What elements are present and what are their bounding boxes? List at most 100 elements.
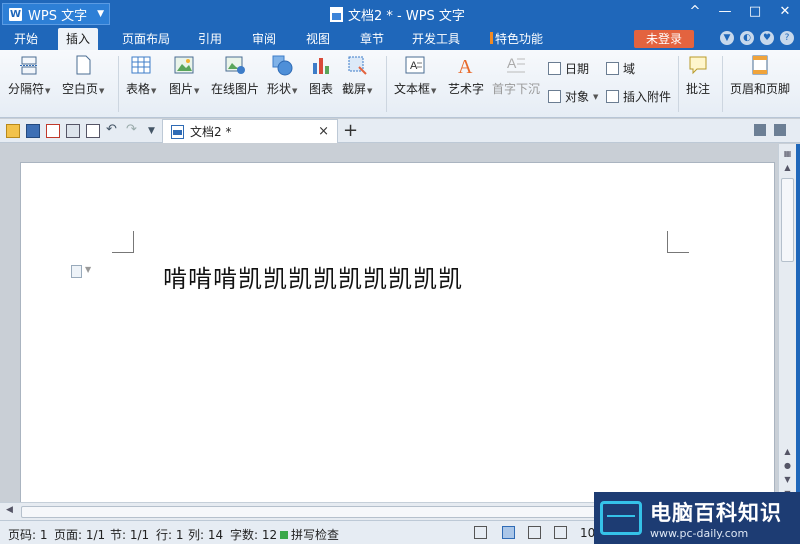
chart-button[interactable]: 图表 bbox=[309, 54, 333, 97]
print-icon[interactable] bbox=[66, 124, 80, 138]
svg-text:A: A bbox=[507, 55, 517, 71]
screenshot-icon bbox=[346, 54, 368, 76]
paragraph-handle-icon[interactable] bbox=[71, 265, 82, 278]
vertical-scrollbar[interactable]: ▦ ▲ ▲ ● ▼ ▼ bbox=[778, 144, 796, 502]
tab-references[interactable]: 引用 bbox=[190, 28, 230, 50]
textbox-button[interactable]: A 文本框▼ bbox=[394, 54, 436, 97]
watermark-url: www.pc-daily.com bbox=[650, 526, 749, 540]
customize-chevron-icon[interactable]: ▼ bbox=[148, 124, 162, 138]
watermark-title: 电脑百科知识 bbox=[650, 500, 782, 525]
online-picture-button[interactable]: 在线图片 bbox=[211, 54, 259, 97]
attachment-button[interactable]: 插入附件 bbox=[606, 88, 671, 105]
window-controls: ^ — □ ✕ bbox=[680, 0, 800, 24]
field-label: 域 bbox=[623, 62, 636, 76]
document-page[interactable]: ▼ 啃啃啃凯凯凯凯凯凯凯凯凯 bbox=[20, 162, 775, 507]
title-bar: W WPS 文字 ▼ 文档2 * - WPS 文字 ^ — □ ✕ bbox=[0, 0, 800, 28]
calendar-icon bbox=[548, 62, 561, 75]
page-view-icon[interactable] bbox=[502, 526, 515, 539]
print-preview-icon[interactable] bbox=[86, 124, 100, 138]
zoom-level[interactable]: 10 bbox=[580, 526, 595, 540]
separator bbox=[678, 56, 679, 112]
watermark-logo: 电脑百科知识 www.pc-daily.com bbox=[594, 492, 800, 544]
document-tab-label: 文档2 * bbox=[190, 125, 232, 139]
screenshot-button[interactable]: 截屏▼ bbox=[342, 54, 372, 97]
row-number: 行: 1 bbox=[156, 528, 184, 542]
wordart-button[interactable]: A 艺术字 bbox=[448, 54, 484, 97]
margin-corner-top-right bbox=[667, 231, 689, 253]
date-button[interactable]: 日期 bbox=[548, 60, 589, 77]
field-icon bbox=[606, 62, 619, 75]
scroll-up-page-icon[interactable]: ▲ bbox=[781, 446, 794, 458]
page-number: 页码: 1 bbox=[8, 528, 48, 542]
select-browse-icon[interactable]: ● bbox=[781, 460, 794, 472]
document-icon bbox=[330, 7, 343, 22]
redo-icon[interactable]: ↷ bbox=[126, 123, 140, 138]
feedback-icon[interactable]: ◐ bbox=[740, 31, 754, 45]
tab-chapter[interactable]: 章节 bbox=[352, 28, 392, 50]
side-panel-toggle[interactable] bbox=[796, 144, 800, 502]
window-title: 文档2 * - WPS 文字 bbox=[330, 5, 465, 24]
tab-review[interactable]: 审阅 bbox=[244, 28, 284, 50]
dropcap-button[interactable]: A 首字下沉 bbox=[492, 54, 540, 97]
comment-button[interactable]: 批注 bbox=[686, 54, 710, 97]
skin-icon[interactable]: ▼ bbox=[720, 31, 734, 45]
undo-icon[interactable]: ↶ bbox=[106, 123, 120, 138]
save-icon[interactable] bbox=[26, 124, 40, 138]
scroll-left-icon[interactable]: ◀ bbox=[6, 505, 13, 515]
close-tab-icon[interactable]: × bbox=[318, 124, 329, 139]
comment-icon bbox=[687, 54, 709, 76]
restore-doc-icon[interactable] bbox=[754, 124, 766, 136]
page-break-button[interactable]: 分隔符▼ bbox=[8, 54, 50, 97]
login-button[interactable]: 未登录 bbox=[634, 30, 694, 48]
close-doc-icon[interactable] bbox=[774, 124, 786, 136]
header-footer-icon bbox=[749, 54, 771, 76]
app-menu-button[interactable]: W WPS 文字 ▼ bbox=[2, 3, 110, 25]
dropcap-label: 首字下沉 bbox=[492, 82, 541, 96]
web-view-icon[interactable] bbox=[554, 526, 567, 539]
scroll-up-icon[interactable]: ▲ bbox=[781, 162, 794, 174]
table-button[interactable]: 表格▼ bbox=[126, 54, 156, 97]
wps-logo-icon: W bbox=[9, 7, 22, 21]
blank-page-label: 空白页 bbox=[62, 82, 99, 96]
header-footer-label: 页眉和页脚 bbox=[730, 82, 791, 96]
tab-special[interactable]: 特色功能 bbox=[482, 28, 551, 50]
menu-bar: 开始 插入 页面布局 引用 审阅 视图 章节 开发工具 特色功能 未登录 ▼ ◐… bbox=[0, 28, 800, 50]
close-button[interactable]: ✕ bbox=[770, 0, 800, 24]
comment-label: 批注 bbox=[686, 82, 711, 96]
tab-developer[interactable]: 开发工具 bbox=[404, 28, 468, 50]
ruler-toggle-icon[interactable]: ▦ bbox=[781, 148, 794, 160]
pdf-export-icon[interactable] bbox=[46, 124, 60, 138]
vertical-scroll-thumb[interactable] bbox=[781, 178, 794, 262]
help-icon[interactable]: ? bbox=[780, 31, 794, 45]
tab-page-layout[interactable]: 页面布局 bbox=[114, 28, 178, 50]
page-break-label: 分隔符 bbox=[8, 82, 45, 96]
svg-text:A: A bbox=[458, 56, 473, 76]
maximize-button[interactable]: □ bbox=[740, 0, 770, 24]
object-button[interactable]: 对象 ▼ bbox=[548, 88, 598, 105]
document-tab[interactable]: 文档2 * × bbox=[162, 119, 338, 143]
picture-label: 图片 bbox=[169, 82, 194, 96]
outline-view-icon[interactable] bbox=[528, 526, 541, 539]
chart-label: 图表 bbox=[309, 82, 334, 96]
picture-button[interactable]: 图片▼ bbox=[169, 54, 199, 97]
object-label: 对象 bbox=[565, 90, 590, 104]
tab-insert[interactable]: 插入 bbox=[58, 28, 99, 50]
document-text[interactable]: 啃啃啃凯凯凯凯凯凯凯凯凯 bbox=[163, 259, 463, 294]
scroll-down-page-icon[interactable]: ▼ bbox=[781, 474, 794, 486]
gift-icon[interactable]: ♥ bbox=[760, 31, 774, 45]
wordart-icon: A bbox=[455, 54, 477, 78]
shapes-button[interactable]: 形状▼ bbox=[267, 54, 297, 97]
field-button[interactable]: 域 bbox=[606, 60, 635, 77]
minimize-button[interactable]: — bbox=[710, 0, 740, 24]
spell-check-toggle[interactable]: 拼写检查 bbox=[280, 526, 339, 543]
table-icon bbox=[130, 54, 152, 76]
header-footer-button[interactable]: 页眉和页脚 bbox=[730, 54, 790, 97]
paragraph-caret-icon: ▼ bbox=[85, 265, 92, 274]
new-tab-button[interactable]: + bbox=[343, 120, 358, 142]
open-icon[interactable] bbox=[6, 124, 20, 138]
tab-view[interactable]: 视图 bbox=[298, 28, 338, 50]
collapse-ribbon-button[interactable]: ^ bbox=[680, 0, 710, 24]
blank-page-button[interactable]: 空白页▼ bbox=[62, 54, 104, 97]
focus-mode-icon[interactable] bbox=[474, 526, 487, 539]
tab-home[interactable]: 开始 bbox=[6, 28, 46, 50]
